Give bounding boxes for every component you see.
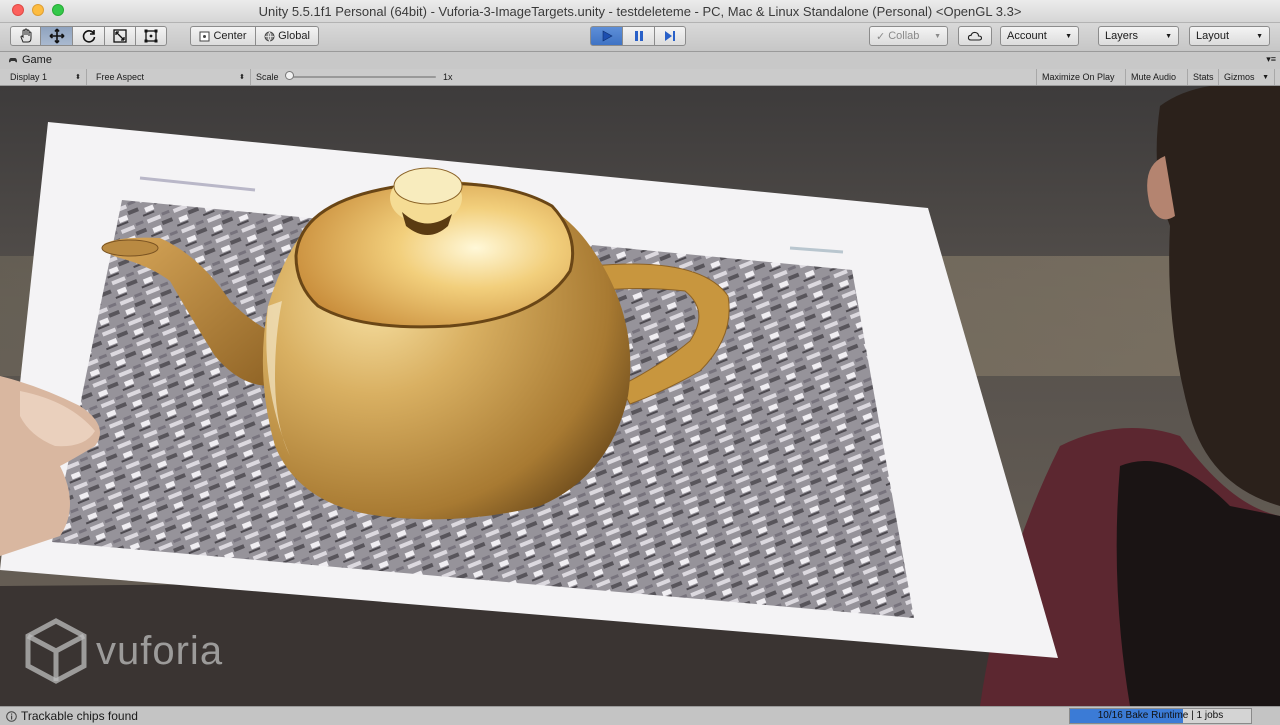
game-tab-header: Game ▾≡ — [0, 52, 1280, 69]
step-icon — [665, 31, 675, 41]
status-message-text: Trackable chips found — [21, 709, 138, 723]
pivot-toggles: Center Global — [190, 26, 319, 46]
vuforia-watermark-text: vuforia — [96, 628, 224, 673]
chevron-down-icon: ▼ — [1065, 32, 1072, 40]
status-bar: Trackable chips found 10/16 Bake Runtime… — [0, 706, 1280, 725]
cloud-services-button[interactable] — [958, 26, 992, 46]
stats-toggle[interactable]: Stats — [1188, 69, 1219, 85]
tab-options-icon[interactable]: ▾≡ — [1266, 54, 1276, 65]
close-window-button[interactable] — [12, 4, 24, 16]
aspect-label: Free Aspect — [96, 72, 145, 82]
layers-label: Layers — [1105, 30, 1139, 42]
scale-slider-handle[interactable] — [285, 71, 294, 80]
scale-label: Scale — [256, 72, 279, 82]
chevron-updown-icon: ⬍ — [75, 74, 81, 81]
chevron-down-icon: ▼ — [934, 32, 941, 40]
playback-controls — [590, 26, 686, 46]
gizmos-dropdown[interactable]: Gizmos ▼ — [1219, 69, 1275, 85]
rotate-tool-button[interactable] — [72, 26, 105, 46]
mute-audio-toggle[interactable]: Mute Audio — [1126, 69, 1188, 85]
game-viewport[interactable]: vuforia — [0, 86, 1280, 706]
rect-tool-button[interactable] — [135, 26, 167, 46]
main-toolbar: Center Global ✓ Collab ▼ Account ▼ Layer… — [0, 23, 1280, 52]
layout-dropdown[interactable]: Layout ▼ — [1189, 26, 1270, 46]
move-icon — [49, 28, 64, 44]
move-tool-button[interactable] — [40, 26, 73, 46]
bake-jobs-label: 1 jobs — [1196, 710, 1224, 721]
pivot-icon — [199, 31, 210, 41]
rotate-icon — [82, 30, 95, 43]
display-dropdown[interactable]: Display 1 ⬍ — [5, 69, 87, 85]
camera-feed — [0, 86, 1280, 706]
game-tab[interactable]: Game — [8, 54, 52, 66]
scale-value: 1x — [443, 72, 453, 82]
gizmos-label: Gizmos — [1224, 72, 1255, 82]
console-status-message[interactable]: Trackable chips found — [6, 709, 138, 723]
chevron-down-icon: ▼ — [1262, 73, 1269, 81]
bake-label: 10/16 Bake Runtime — [1097, 710, 1189, 721]
global-space-label: Global — [278, 30, 310, 42]
collab-check-icon: ✓ — [876, 30, 886, 43]
window-title: Unity 5.5.1f1 Personal (64bit) - Vuforia… — [258, 3, 1022, 19]
play-icon — [602, 30, 613, 42]
vuforia-logo-icon — [25, 618, 87, 684]
vuforia-watermark: vuforia — [24, 618, 223, 684]
maximize-label: Maximize On Play — [1042, 72, 1115, 82]
chevron-updown-icon: ⬍ — [239, 74, 245, 81]
pause-button[interactable] — [622, 26, 655, 46]
minimize-window-button[interactable] — [32, 4, 44, 16]
step-button[interactable] — [654, 26, 686, 46]
game-tab-label: Game — [22, 54, 52, 66]
chevron-down-icon: ▼ — [1256, 32, 1263, 40]
info-icon — [6, 710, 17, 722]
stats-label: Stats — [1193, 72, 1214, 82]
maximize-window-button[interactable] — [52, 4, 64, 16]
cloud-icon — [967, 31, 983, 41]
rect-icon — [144, 29, 158, 43]
pause-icon — [634, 31, 643, 41]
chevron-down-icon: ▼ — [1165, 32, 1172, 40]
account-label: Account — [1007, 30, 1047, 42]
bake-progress-bar[interactable]: 10/16 Bake Runtime | 1 jobs — [1069, 708, 1252, 724]
pivot-center-label: Center — [213, 30, 247, 42]
play-button[interactable] — [590, 26, 623, 46]
scale-slider-track[interactable] — [292, 76, 436, 78]
game-controller-icon — [9, 58, 17, 63]
bake-progress-text: 10/16 Bake Runtime | 1 jobs — [1070, 710, 1251, 721]
transform-tools — [10, 26, 167, 46]
display-label: Display 1 — [10, 72, 48, 82]
account-dropdown[interactable]: Account ▼ — [1000, 26, 1079, 46]
layout-label: Layout — [1196, 30, 1230, 42]
game-view-toolbar: Display 1 ⬍ Free Aspect ⬍ Scale 1x Maxim… — [0, 69, 1280, 86]
collab-label: Collab — [888, 30, 920, 42]
window-controls — [12, 4, 64, 16]
global-space-toggle[interactable]: Global — [255, 26, 319, 46]
maximize-on-play-toggle[interactable]: Maximize On Play — [1036, 69, 1126, 85]
pivot-center-toggle[interactable]: Center — [190, 26, 256, 46]
hand-icon — [19, 28, 31, 43]
hand-tool-button[interactable] — [10, 26, 41, 46]
aspect-dropdown[interactable]: Free Aspect ⬍ — [91, 69, 251, 85]
scale-icon — [113, 29, 127, 43]
layers-dropdown[interactable]: Layers ▼ — [1098, 26, 1179, 46]
window-titlebar: Unity 5.5.1f1 Personal (64bit) - Vuforia… — [0, 0, 1280, 23]
collab-dropdown[interactable]: ✓ Collab ▼ — [869, 26, 948, 46]
mute-label: Mute Audio — [1131, 72, 1177, 82]
globe-icon — [264, 31, 275, 42]
scale-tool-button[interactable] — [104, 26, 136, 46]
